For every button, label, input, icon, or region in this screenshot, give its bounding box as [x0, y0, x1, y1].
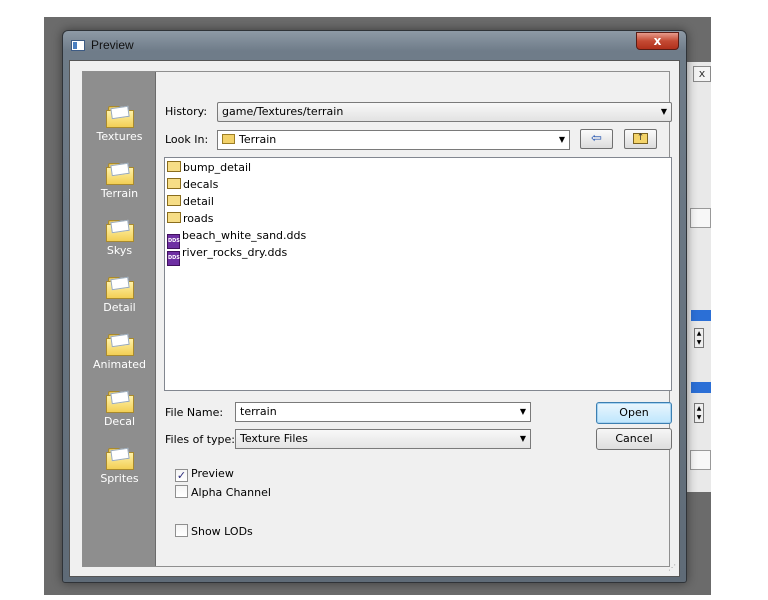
list-item[interactable]: DDS beach_white_sand.dds	[167, 228, 307, 249]
background-panel	[686, 62, 711, 492]
place-label: Skys	[106, 244, 133, 257]
file-type-value: Texture Files	[240, 432, 308, 445]
background-close-button[interactable]: x	[693, 66, 711, 82]
up-folder-icon: ↑	[633, 133, 648, 144]
place-label: Detail	[103, 301, 136, 314]
place-label: Decal	[103, 415, 136, 428]
place-detail[interactable]: Detail	[83, 276, 156, 314]
file-name-label: File Name:	[165, 406, 224, 419]
chevron-down-icon: ▼	[519, 434, 526, 443]
background-highlight	[691, 382, 711, 393]
preview-dialog: Preview x Textures Terrain Skys Detail A…	[62, 30, 687, 583]
folder-icon	[105, 333, 135, 356]
file-name-text: bump_detail	[183, 161, 252, 174]
chevron-down-icon: ▼	[660, 107, 667, 116]
list-item[interactable]: roads	[167, 211, 213, 227]
file-type-dropdown[interactable]: Texture Files ▼	[235, 429, 531, 449]
folder-icon	[167, 212, 181, 223]
background-spinner[interactable]: ▲ ▼	[694, 328, 704, 348]
place-terrain[interactable]: Terrain	[83, 162, 156, 200]
file-name-text: beach_white_sand.dds	[182, 229, 307, 242]
show-lods-checkbox-label: Show LODs	[191, 525, 253, 538]
preview-checkbox-row[interactable]: ✓ Preview	[175, 467, 234, 482]
window-title: Preview	[91, 38, 134, 52]
background-field	[690, 208, 711, 228]
background-spinner[interactable]: ▲ ▼	[694, 403, 704, 423]
folder-icon	[105, 390, 135, 413]
chevron-down-icon: ▼	[519, 407, 526, 416]
dialog-client: Textures Terrain Skys Detail Animated De…	[69, 60, 680, 577]
chevron-down-icon: ▼	[558, 135, 565, 144]
alpha-channel-checkbox-label: Alpha Channel	[191, 486, 271, 499]
open-button[interactable]: Open	[596, 402, 672, 424]
up-folder-button[interactable]: ↑	[624, 129, 657, 149]
window-icon	[71, 40, 85, 51]
file-list[interactable]: bump_detail decals detail roads DDS beach…	[164, 157, 672, 391]
list-item[interactable]: detail	[167, 194, 214, 210]
list-item[interactable]: decals	[167, 177, 218, 193]
list-item[interactable]: DDS river_rocks_dry.dds	[167, 245, 288, 266]
show-lods-checkbox-row[interactable]: Show LODs	[175, 524, 253, 538]
file-name-field[interactable]: terrain ▼	[235, 402, 531, 422]
close-button[interactable]: x	[636, 32, 679, 50]
look-in-dropdown[interactable]: Terrain ▼	[217, 130, 570, 150]
place-label: Sprites	[100, 472, 139, 485]
preview-checkbox[interactable]: ✓	[175, 469, 188, 482]
place-label: Terrain	[100, 187, 139, 200]
dds-file-icon: DDS	[167, 251, 180, 266]
background-highlight	[691, 310, 711, 321]
place-animated[interactable]: Animated	[83, 333, 156, 371]
file-browser-panel: Textures Terrain Skys Detail Animated De…	[82, 71, 672, 567]
file-name-value: terrain	[240, 405, 277, 418]
place-sprites[interactable]: Sprites	[83, 447, 156, 485]
file-type-label: Files of type:	[165, 433, 236, 446]
place-decal[interactable]: Decal	[83, 390, 156, 428]
folder-icon	[167, 161, 181, 172]
background-field	[690, 450, 711, 470]
history-label: History:	[165, 105, 208, 118]
folder-icon	[105, 105, 135, 128]
place-skys[interactable]: Skys	[83, 219, 156, 257]
cancel-button[interactable]: Cancel	[596, 428, 672, 450]
history-dropdown[interactable]: game/Textures/terrain ▼	[217, 102, 672, 122]
file-name-text: roads	[183, 212, 214, 225]
place-textures[interactable]: Textures	[83, 105, 156, 143]
list-item[interactable]: bump_detail	[167, 160, 251, 176]
place-label: Textures	[96, 130, 143, 143]
folder-icon	[167, 178, 181, 189]
folder-icon	[105, 219, 135, 242]
folder-icon	[167, 195, 181, 206]
preview-checkbox-label: Preview	[191, 467, 234, 480]
look-in-label: Look In:	[165, 133, 209, 146]
back-button[interactable]: ⇦	[580, 129, 613, 149]
history-value: game/Textures/terrain	[222, 105, 344, 118]
resize-grip-icon[interactable]: ⋰	[666, 563, 676, 573]
folder-icon	[105, 162, 135, 185]
alpha-channel-checkbox[interactable]	[175, 485, 188, 498]
folder-icon	[105, 276, 135, 299]
folder-icon	[222, 134, 235, 144]
places-sidebar: Textures Terrain Skys Detail Animated De…	[83, 72, 156, 566]
back-arrow-icon: ⇦	[591, 131, 602, 146]
look-in-value: Terrain	[239, 133, 277, 146]
file-name-text: river_rocks_dry.dds	[182, 246, 288, 259]
show-lods-checkbox[interactable]	[175, 524, 188, 537]
alpha-channel-checkbox-row[interactable]: Alpha Channel	[175, 485, 271, 499]
place-label: Animated	[92, 358, 147, 371]
file-name-text: detail	[183, 195, 214, 208]
file-name-text: decals	[183, 178, 219, 191]
folder-icon	[105, 447, 135, 470]
